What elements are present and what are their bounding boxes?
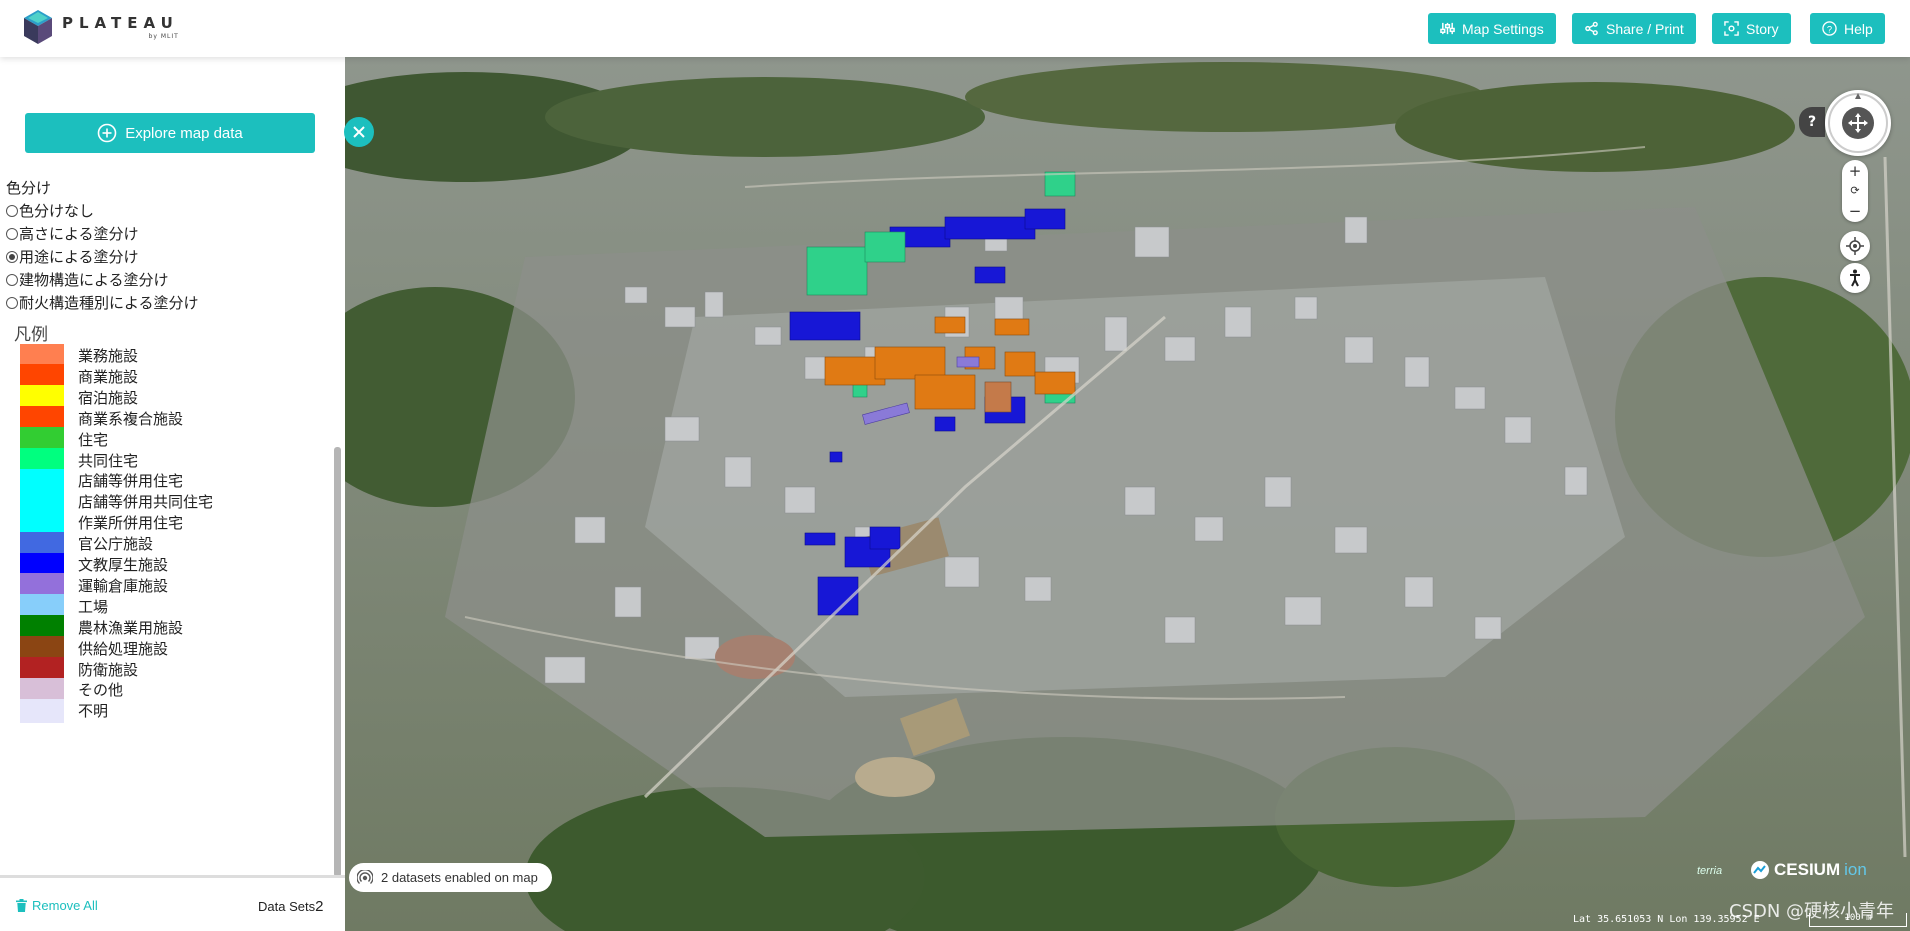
legend-item: 不明: [20, 698, 108, 723]
cesium-logo-icon: [1751, 861, 1769, 879]
ion-label: ion: [1844, 860, 1867, 879]
locate-icon: [1846, 237, 1864, 255]
city-3d-scene[interactable]: [345, 57, 1910, 931]
map-settings-label: Map Settings: [1462, 20, 1544, 37]
color-option[interactable]: 色分けなし: [6, 200, 94, 221]
remove-all-button[interactable]: Remove All: [16, 898, 98, 913]
zoom-controls: + ⟳ −: [1842, 160, 1868, 222]
remove-all-label: Remove All: [32, 898, 98, 913]
top-bar: PLATEAU by MLIT Map Settings Share / Pri…: [0, 0, 1910, 57]
legend-label: 店舗等併用住宅: [78, 472, 184, 491]
legend-label: 共同住宅: [78, 451, 139, 470]
compass[interactable]: [1825, 90, 1891, 156]
datasets-enabled-pill[interactable]: 2 datasets enabled on map: [349, 863, 552, 892]
logo-word: PLATEAU: [62, 14, 179, 32]
color-option-label: 高さによる塗分け: [19, 225, 139, 243]
my-location-button[interactable]: [1840, 231, 1870, 261]
pedestrian-icon: [1850, 269, 1860, 287]
zoom-out-icon[interactable]: −: [1849, 202, 1862, 220]
legend-label: その他: [78, 681, 124, 700]
workbench-panel: 色分け 色分けなし 高さによる塗分け 用途による塗分け 建物構造による塗分け 耐…: [0, 175, 337, 875]
pedestrian-mode-button[interactable]: [1840, 263, 1870, 293]
map-settings-button[interactable]: Map Settings: [1428, 13, 1556, 44]
legend-label: 官公庁施設: [78, 535, 154, 554]
color-option-label: 用途による塗分け: [19, 248, 139, 266]
share-print-label: Share / Print: [1606, 20, 1684, 37]
color-option-label: 耐火構造種別による塗分け: [19, 294, 199, 312]
color-option[interactable]: 耐火構造種別による塗分け: [6, 292, 199, 313]
legend-label: 商業系複合施設: [78, 409, 184, 428]
color-option-label: 建物構造による塗分け: [19, 271, 169, 289]
legend-swatch: [20, 698, 64, 723]
radio-button[interactable]: [6, 204, 18, 217]
legend-title: 凡例: [14, 325, 48, 345]
color-option[interactable]: 用途による塗分け: [6, 246, 139, 267]
plateau-logo-icon: [24, 10, 52, 44]
sidebar: Explore map data 色分け 色分けなし 高さによる塗分け 用途によ…: [0, 57, 345, 931]
app-root: PLATEAU by MLIT Map Settings Share / Pri…: [0, 0, 1910, 931]
story-button[interactable]: Story: [1712, 13, 1791, 44]
terria-credit[interactable]: terria: [1697, 865, 1722, 877]
panel-scrollbar[interactable]: [334, 447, 341, 877]
story-icon: [1724, 21, 1739, 36]
legend-label: 作業所併用住宅: [78, 514, 184, 533]
color-option[interactable]: 建物構造による塗分け: [6, 269, 169, 290]
legend-label: 供給処理施設: [78, 639, 169, 658]
sliders-icon: [1440, 22, 1455, 35]
cesium-ion-credit[interactable]: CESIUM ion: [1750, 860, 1867, 880]
cesium-label: CESIUM: [1774, 860, 1841, 879]
map-view[interactable]: 2 datasets enabled on map ? + ⟳ − terria: [345, 57, 1910, 931]
pan-icon[interactable]: [1842, 107, 1874, 139]
help-glyph: ?: [1807, 114, 1817, 130]
trash-icon: [16, 899, 27, 912]
radio-button[interactable]: [6, 273, 18, 286]
datasets-label: Data Sets: [258, 899, 316, 914]
color-option-label: 色分けなし: [19, 202, 95, 220]
radio-button[interactable]: [6, 296, 18, 309]
plateau-logo[interactable]: PLATEAU by MLIT: [24, 10, 179, 44]
radio-button[interactable]: [6, 227, 18, 240]
color-option[interactable]: 高さによる塗分け: [6, 223, 139, 244]
logo-sub: by MLIT: [148, 33, 179, 40]
datasets-number: 2: [315, 898, 324, 915]
share-print-button[interactable]: Share / Print: [1572, 13, 1696, 44]
legend-label: 業務施設: [78, 347, 139, 365]
legend-label: 文教厚生施設: [78, 556, 169, 574]
navigation-help-button[interactable]: ?: [1799, 107, 1825, 137]
radio-button-selected[interactable]: [6, 250, 18, 263]
sidebar-footer: Remove All Data Sets2: [0, 875, 345, 931]
datasets-count: Data Sets2: [258, 898, 323, 915]
legend-label: 宿泊施設: [78, 388, 139, 407]
help-label: Help: [1844, 20, 1873, 37]
datasets-enabled-label: 2 datasets enabled on map: [381, 870, 538, 885]
explore-map-data-button[interactable]: Explore map data: [25, 113, 315, 153]
close-panel-button[interactable]: [344, 117, 374, 147]
zoom-reset-icon[interactable]: ⟳: [1850, 184, 1859, 197]
legend-label: 住宅: [78, 430, 109, 449]
close-icon: [353, 126, 365, 138]
color-section-title: 色分け: [6, 179, 52, 197]
story-label: Story: [1746, 20, 1779, 37]
legend-label: 運輸倉庫施設: [78, 576, 169, 595]
legend-label: 商業施設: [78, 367, 139, 386]
legend-label: 防衛施設: [78, 660, 139, 679]
explore-map-data-label: Explore map data: [125, 124, 243, 142]
share-icon: [1585, 21, 1598, 36]
legend-label: 農林漁業用施設: [78, 618, 184, 637]
svg-text:?: ?: [1827, 24, 1832, 34]
help-icon: ?: [1822, 21, 1837, 36]
legend-label: 店舗等併用共同住宅: [78, 493, 214, 512]
plus-circle-icon: [97, 123, 117, 143]
signal-icon: [357, 869, 373, 884]
help-button[interactable]: ? Help: [1810, 13, 1885, 44]
legend-label: 不明: [78, 702, 109, 721]
watermark: CSDN @硬核小青年: [1729, 901, 1895, 922]
legend-label: 工場: [78, 597, 109, 616]
zoom-in-icon[interactable]: +: [1849, 162, 1862, 180]
